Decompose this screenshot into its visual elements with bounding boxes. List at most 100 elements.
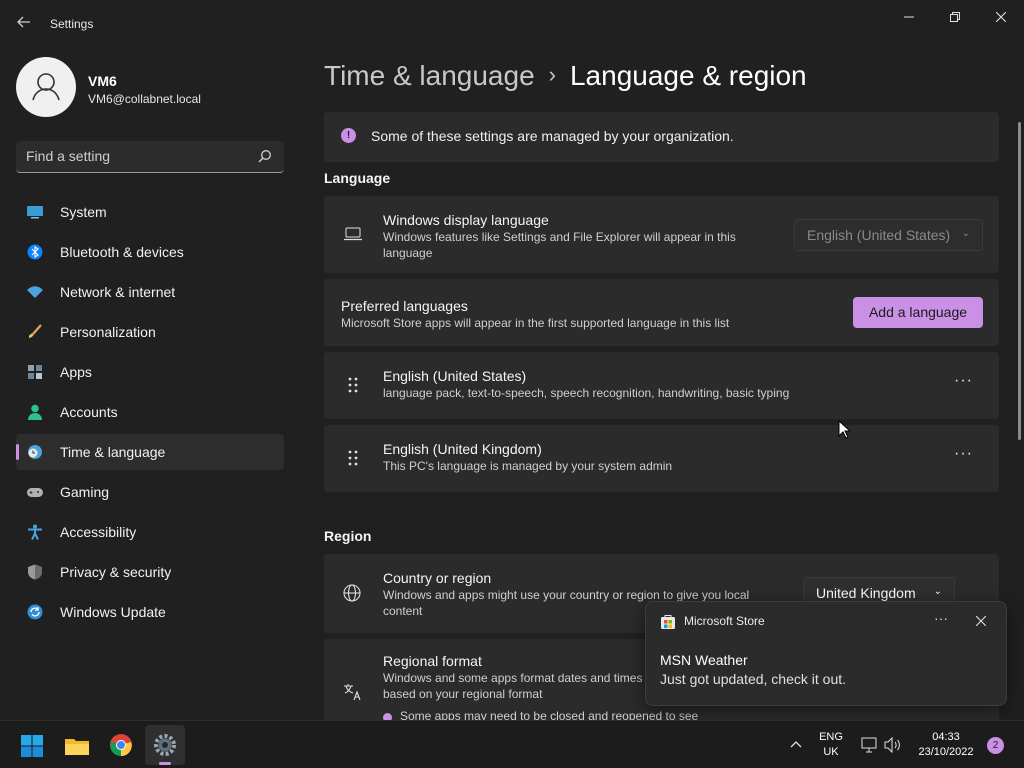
org-notice-text: Some of these settings are managed by yo… [371, 128, 734, 144]
minimize-button[interactable] [889, 6, 929, 28]
sidebar-item-label: Bluetooth & devices [60, 244, 184, 260]
sidebar-item-accessibility[interactable]: Accessibility [16, 514, 284, 550]
row-title: Preferred languages [341, 298, 468, 314]
row-subtitle: Windows features like Settings and File … [383, 230, 736, 260]
breadcrumb: Time & language › Language & region [324, 60, 807, 92]
search-input[interactable] [26, 148, 246, 164]
toast-more-icon[interactable]: ··· [934, 610, 948, 626]
sidebar-item-network[interactable]: Network & internet [16, 274, 284, 310]
scrollbar[interactable] [1018, 122, 1021, 440]
sidebar-item-accounts[interactable]: Accounts [16, 394, 284, 430]
section-title-language: Language [324, 170, 391, 186]
sidebar-item-time-language[interactable]: Time & language [16, 434, 284, 470]
monitor-icon [27, 206, 43, 219]
dropdown-value: English (United States) [807, 227, 951, 243]
gamepad-icon [27, 488, 43, 497]
profile-name: VM6 [88, 73, 117, 89]
apps-grid-icon [28, 365, 42, 379]
sidebar-item-apps[interactable]: Apps [16, 354, 284, 390]
preferred-languages-row: Preferred languages Microsoft Store apps… [324, 279, 999, 346]
section-title-region: Region [324, 528, 372, 544]
search-icon [258, 150, 271, 163]
globe-icon [343, 584, 361, 602]
chevron-down-icon: ⌄ [933, 586, 942, 597]
keyboard-layout: UK [823, 746, 839, 758]
input-language[interactable]: ENG UK [816, 730, 846, 760]
chevron-down-icon: ⌄ [961, 228, 970, 239]
display-language-dropdown[interactable]: English (United States) ⌄ [794, 219, 983, 251]
toast-title: MSN Weather [660, 652, 748, 668]
sidebar-item-label: Personalization [60, 324, 156, 340]
more-options-icon[interactable]: ··· [954, 445, 973, 463]
row-subtitle: language pack, text-to-speech, speech re… [383, 386, 790, 400]
app-title: Settings [50, 17, 94, 31]
sidebar-item-system[interactable]: System [16, 194, 284, 230]
settings-gear-icon [154, 734, 176, 756]
windows-start-icon [21, 735, 43, 757]
row-subtitle: Microsoft Store apps will appear in the … [341, 316, 730, 330]
clock-time: 04:33 [932, 731, 960, 743]
restore-icon [950, 12, 960, 22]
row-subtitle: Windows and some apps format dates and t… [383, 671, 643, 701]
sidebar-nav: System Bluetooth & devices Network & int… [16, 194, 284, 634]
sidebar-item-bluetooth[interactable]: Bluetooth & devices [16, 234, 284, 270]
sidebar-item-label: Time & language [60, 444, 166, 460]
sidebar-item-personalization[interactable]: Personalization [16, 314, 284, 350]
laptop-icon [344, 227, 362, 241]
active-indicator [159, 762, 171, 765]
wifi-icon [27, 286, 43, 298]
shield-icon [28, 564, 42, 580]
drag-handle-icon[interactable] [347, 376, 359, 394]
sidebar-item-privacy[interactable]: Privacy & security [16, 554, 284, 590]
language-code: ENG [819, 731, 843, 743]
sidebar-item-label: Privacy & security [60, 564, 172, 580]
info-icon: ! [341, 128, 356, 143]
close-icon [995, 11, 1007, 23]
notification-badge[interactable]: 2 [987, 737, 1004, 754]
breadcrumb-parent[interactable]: Time & language [324, 60, 535, 91]
sidebar-item-label: Windows Update [60, 604, 166, 620]
chrome-button[interactable] [101, 725, 141, 765]
sidebar-item-label: Network & internet [60, 284, 176, 300]
language-item[interactable]: English (United States) language pack, t… [324, 352, 999, 419]
add-language-button[interactable]: Add a language [853, 297, 983, 328]
clock[interactable]: 04:33 23/10/2022 [912, 730, 980, 760]
format-note: Some apps may need to be closed and reop… [400, 709, 699, 720]
toast-notification[interactable]: Microsoft Store ··· MSN Weather Just got… [645, 601, 1007, 706]
sidebar-item-windows-update[interactable]: Windows Update [16, 594, 284, 630]
sidebar-item-gaming[interactable]: Gaming [16, 474, 284, 510]
search-box[interactable] [16, 141, 284, 173]
volume-icon[interactable] [884, 737, 902, 753]
page-title: Language & region [569, 60, 807, 91]
sidebar-item-label: Gaming [60, 484, 110, 500]
more-options-icon[interactable]: ··· [954, 372, 973, 390]
language-format-icon [344, 684, 361, 701]
title-bar: Settings [0, 0, 1024, 48]
person-icon [32, 73, 60, 101]
chrome-icon [110, 734, 132, 756]
file-explorer-button[interactable] [57, 725, 97, 765]
back-button[interactable] [14, 14, 34, 34]
accessibility-icon [28, 524, 42, 540]
row-title: Windows display language [383, 212, 549, 228]
chevron-up-icon[interactable] [790, 740, 802, 748]
close-button[interactable] [981, 6, 1021, 28]
arrow-left-icon [17, 16, 30, 28]
toast-body: Just got updated, check it out. [660, 671, 847, 687]
restore-button[interactable] [935, 6, 975, 28]
settings-taskbar-button[interactable] [145, 725, 185, 765]
sidebar-item-label: Apps [60, 364, 92, 380]
close-icon[interactable] [976, 616, 986, 626]
row-title: English (United States) [383, 368, 527, 384]
info-dot-icon [383, 713, 392, 720]
chevron-right-icon: › [548, 62, 556, 87]
clock-date: 23/10/2022 [918, 746, 974, 758]
minimize-icon [904, 16, 914, 18]
network-icon[interactable] [860, 737, 878, 753]
start-button[interactable] [12, 725, 52, 765]
avatar[interactable] [16, 57, 76, 117]
language-item[interactable]: English (United Kingdom) This PC's langu… [324, 425, 999, 492]
file-explorer-icon [65, 739, 89, 755]
sidebar-item-label: Accounts [60, 404, 118, 420]
drag-handle-icon[interactable] [347, 449, 359, 467]
